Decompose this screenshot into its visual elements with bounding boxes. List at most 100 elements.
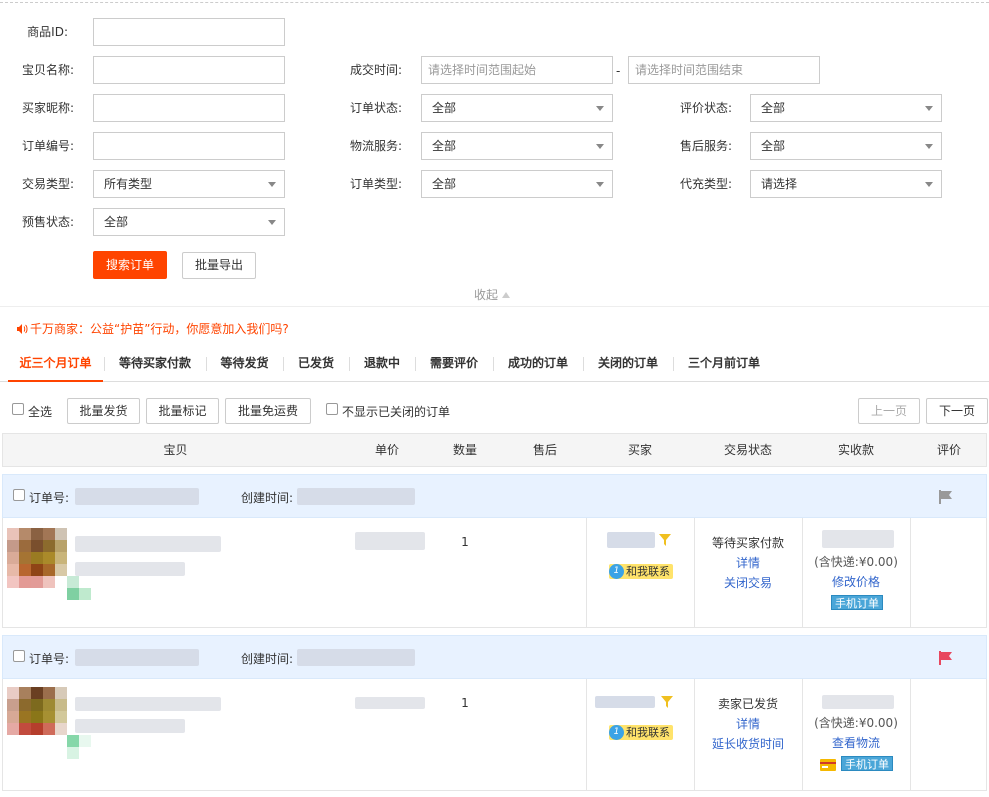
- select-all-label: 全选: [28, 405, 53, 419]
- created-time-label: 创建时间:: [241, 652, 294, 666]
- flag-icon[interactable]: [938, 489, 954, 505]
- batch-mark-button[interactable]: 批量标记: [146, 398, 219, 424]
- deal-time-label: 成交时间:: [349, 63, 402, 77]
- trade-status-value: 卖家已发货: [717, 697, 778, 711]
- order-type-label: 订单类型:: [349, 177, 402, 191]
- chevron-down-icon: [925, 106, 933, 111]
- order-no-value: [75, 488, 199, 505]
- order-status-label: 订单状态:: [349, 101, 402, 115]
- tab-awaiting-shipment[interactable]: 等待发货: [207, 348, 282, 382]
- buyer-name-value[interactable]: [595, 696, 655, 708]
- contact-buyer-button[interactable]: 1 和我联系: [609, 725, 673, 740]
- batch-export-button[interactable]: 批量导出: [182, 252, 256, 279]
- select-all-checkbox[interactable]: [12, 403, 24, 415]
- col-item: 宝贝: [163, 443, 188, 457]
- tab-refunding[interactable]: 退款中: [350, 348, 414, 382]
- buyer-nick-input[interactable]: [93, 94, 285, 122]
- order-row: 1 1 和我联系 卖家已发货 详情 延长收货时间 (含快递:¥0.00) 查看物流…: [2, 679, 987, 791]
- col-aftersale: 售后: [532, 443, 557, 457]
- received-amount-value: [822, 695, 894, 709]
- deal-time-start-input[interactable]: 请选择时间范围起始: [421, 56, 613, 84]
- order-no-input[interactable]: [93, 132, 285, 160]
- details-link[interactable]: 详情: [694, 715, 802, 732]
- buyer-nick-label: 买家昵称:: [21, 101, 74, 115]
- aftersale-label: 售后服务:: [679, 139, 732, 153]
- order-row: 1 1 和我联系 等待买家付款 详情 关闭交易 (含快递:¥0.00) 修改价格 …: [2, 518, 987, 628]
- notice-banner[interactable]: 千万商家：公益“护苗”行动，你愿意加入我们吗?: [16, 320, 289, 337]
- collapse-toggle[interactable]: 收起: [474, 286, 511, 303]
- created-time-label: 创建时间:: [241, 491, 294, 505]
- tab-successful[interactable]: 成功的订单: [494, 348, 582, 382]
- view-logistics-link[interactable]: 查看物流: [802, 734, 910, 751]
- next-page-button[interactable]: 下一页: [926, 398, 988, 424]
- extend-receipt-time-link[interactable]: 延长收货时间: [694, 735, 802, 752]
- chevron-up-icon: [502, 292, 511, 298]
- chevron-down-icon: [596, 144, 604, 149]
- col-received: 实收款: [837, 443, 874, 457]
- table-header: 宝贝 单价 数量 售后 买家 交易状态 实收款 评价: [2, 433, 987, 467]
- quantity-value: 1: [461, 696, 469, 710]
- order-no-label: 订单编号:: [21, 139, 74, 153]
- mobile-order-badge: 手机订单: [841, 756, 893, 771]
- mobile-order-badge: 手机订单: [831, 595, 883, 610]
- filter-divider: [0, 306, 989, 307]
- order-status-select[interactable]: 全部: [421, 94, 613, 122]
- chevron-down-icon: [268, 182, 276, 187]
- col-quantity: 数量: [452, 443, 477, 457]
- order-status-value: 全部: [432, 101, 457, 115]
- column-divider: [586, 679, 587, 791]
- deal-time-end-input[interactable]: 请选择时间范围结束: [628, 56, 820, 84]
- column-divider: [910, 679, 911, 791]
- created-time-value: [297, 488, 415, 505]
- created-time-value: [297, 649, 415, 666]
- chat-icon: 1: [609, 564, 624, 579]
- order-checkbox[interactable]: [13, 489, 25, 501]
- review-status-select[interactable]: 全部: [750, 94, 942, 122]
- flag-icon[interactable]: [938, 650, 954, 666]
- product-title-line[interactable]: [75, 697, 221, 711]
- logistics-select[interactable]: 全部: [421, 132, 613, 160]
- aftersale-select[interactable]: 全部: [750, 132, 942, 160]
- chevron-down-icon: [925, 182, 933, 187]
- batch-free-shipping-button[interactable]: 批量免运费: [225, 398, 311, 424]
- contact-label: 和我联系: [626, 726, 670, 739]
- product-sku-line: [75, 719, 185, 733]
- order-no-label: 订单号:: [29, 491, 70, 505]
- deal-time-separator: -: [616, 64, 621, 78]
- item-name-input[interactable]: [93, 56, 285, 84]
- product-id-input[interactable]: [93, 18, 285, 46]
- aftersale-value: 全部: [761, 139, 786, 153]
- tab-needs-review[interactable]: 需要评价: [416, 348, 492, 382]
- details-link[interactable]: 详情: [694, 554, 802, 571]
- filter-icon[interactable]: [659, 534, 671, 546]
- tab-shipped[interactable]: 已发货: [284, 348, 348, 382]
- filter-icon[interactable]: [661, 696, 673, 708]
- trade-type-select[interactable]: 所有类型: [93, 170, 285, 198]
- trade-type-label: 交易类型:: [21, 177, 74, 191]
- contact-buyer-button[interactable]: 1 和我联系: [609, 564, 673, 579]
- card-icon: [820, 759, 836, 771]
- batch-ship-button[interactable]: 批量发货: [67, 398, 140, 424]
- review-status-label: 评价状态:: [679, 101, 732, 115]
- contact-label: 和我联系: [626, 565, 670, 578]
- presale-select[interactable]: 全部: [93, 208, 285, 236]
- order-checkbox[interactable]: [13, 650, 25, 662]
- buyer-name-value[interactable]: [607, 532, 655, 548]
- presale-label: 预售状态:: [21, 215, 74, 229]
- close-trade-link[interactable]: 关闭交易: [694, 574, 802, 591]
- modify-price-link[interactable]: 修改价格: [802, 573, 910, 590]
- prev-page-button[interactable]: 上一页: [858, 398, 920, 424]
- hide-closed-checkbox[interactable]: [326, 403, 338, 415]
- notice-text: 千万商家：公益“护苗”行动，你愿意加入我们吗?: [30, 322, 289, 336]
- chevron-down-icon: [596, 182, 604, 187]
- search-orders-button[interactable]: 搜索订单: [93, 251, 167, 279]
- tab-older-than-3-months[interactable]: 三个月前订单: [674, 348, 774, 382]
- tab-recent-3-months[interactable]: 近三个月订单: [8, 348, 103, 382]
- order-type-select[interactable]: 全部: [421, 170, 613, 198]
- recharge-type-select[interactable]: 请选择: [750, 170, 942, 198]
- col-review: 评价: [936, 443, 961, 457]
- tab-awaiting-payment[interactable]: 等待买家付款: [105, 348, 205, 382]
- tab-closed[interactable]: 关闭的订单: [584, 348, 672, 382]
- product-title-line[interactable]: [75, 536, 221, 552]
- shipping-note: (含快递:¥0.00): [814, 555, 898, 569]
